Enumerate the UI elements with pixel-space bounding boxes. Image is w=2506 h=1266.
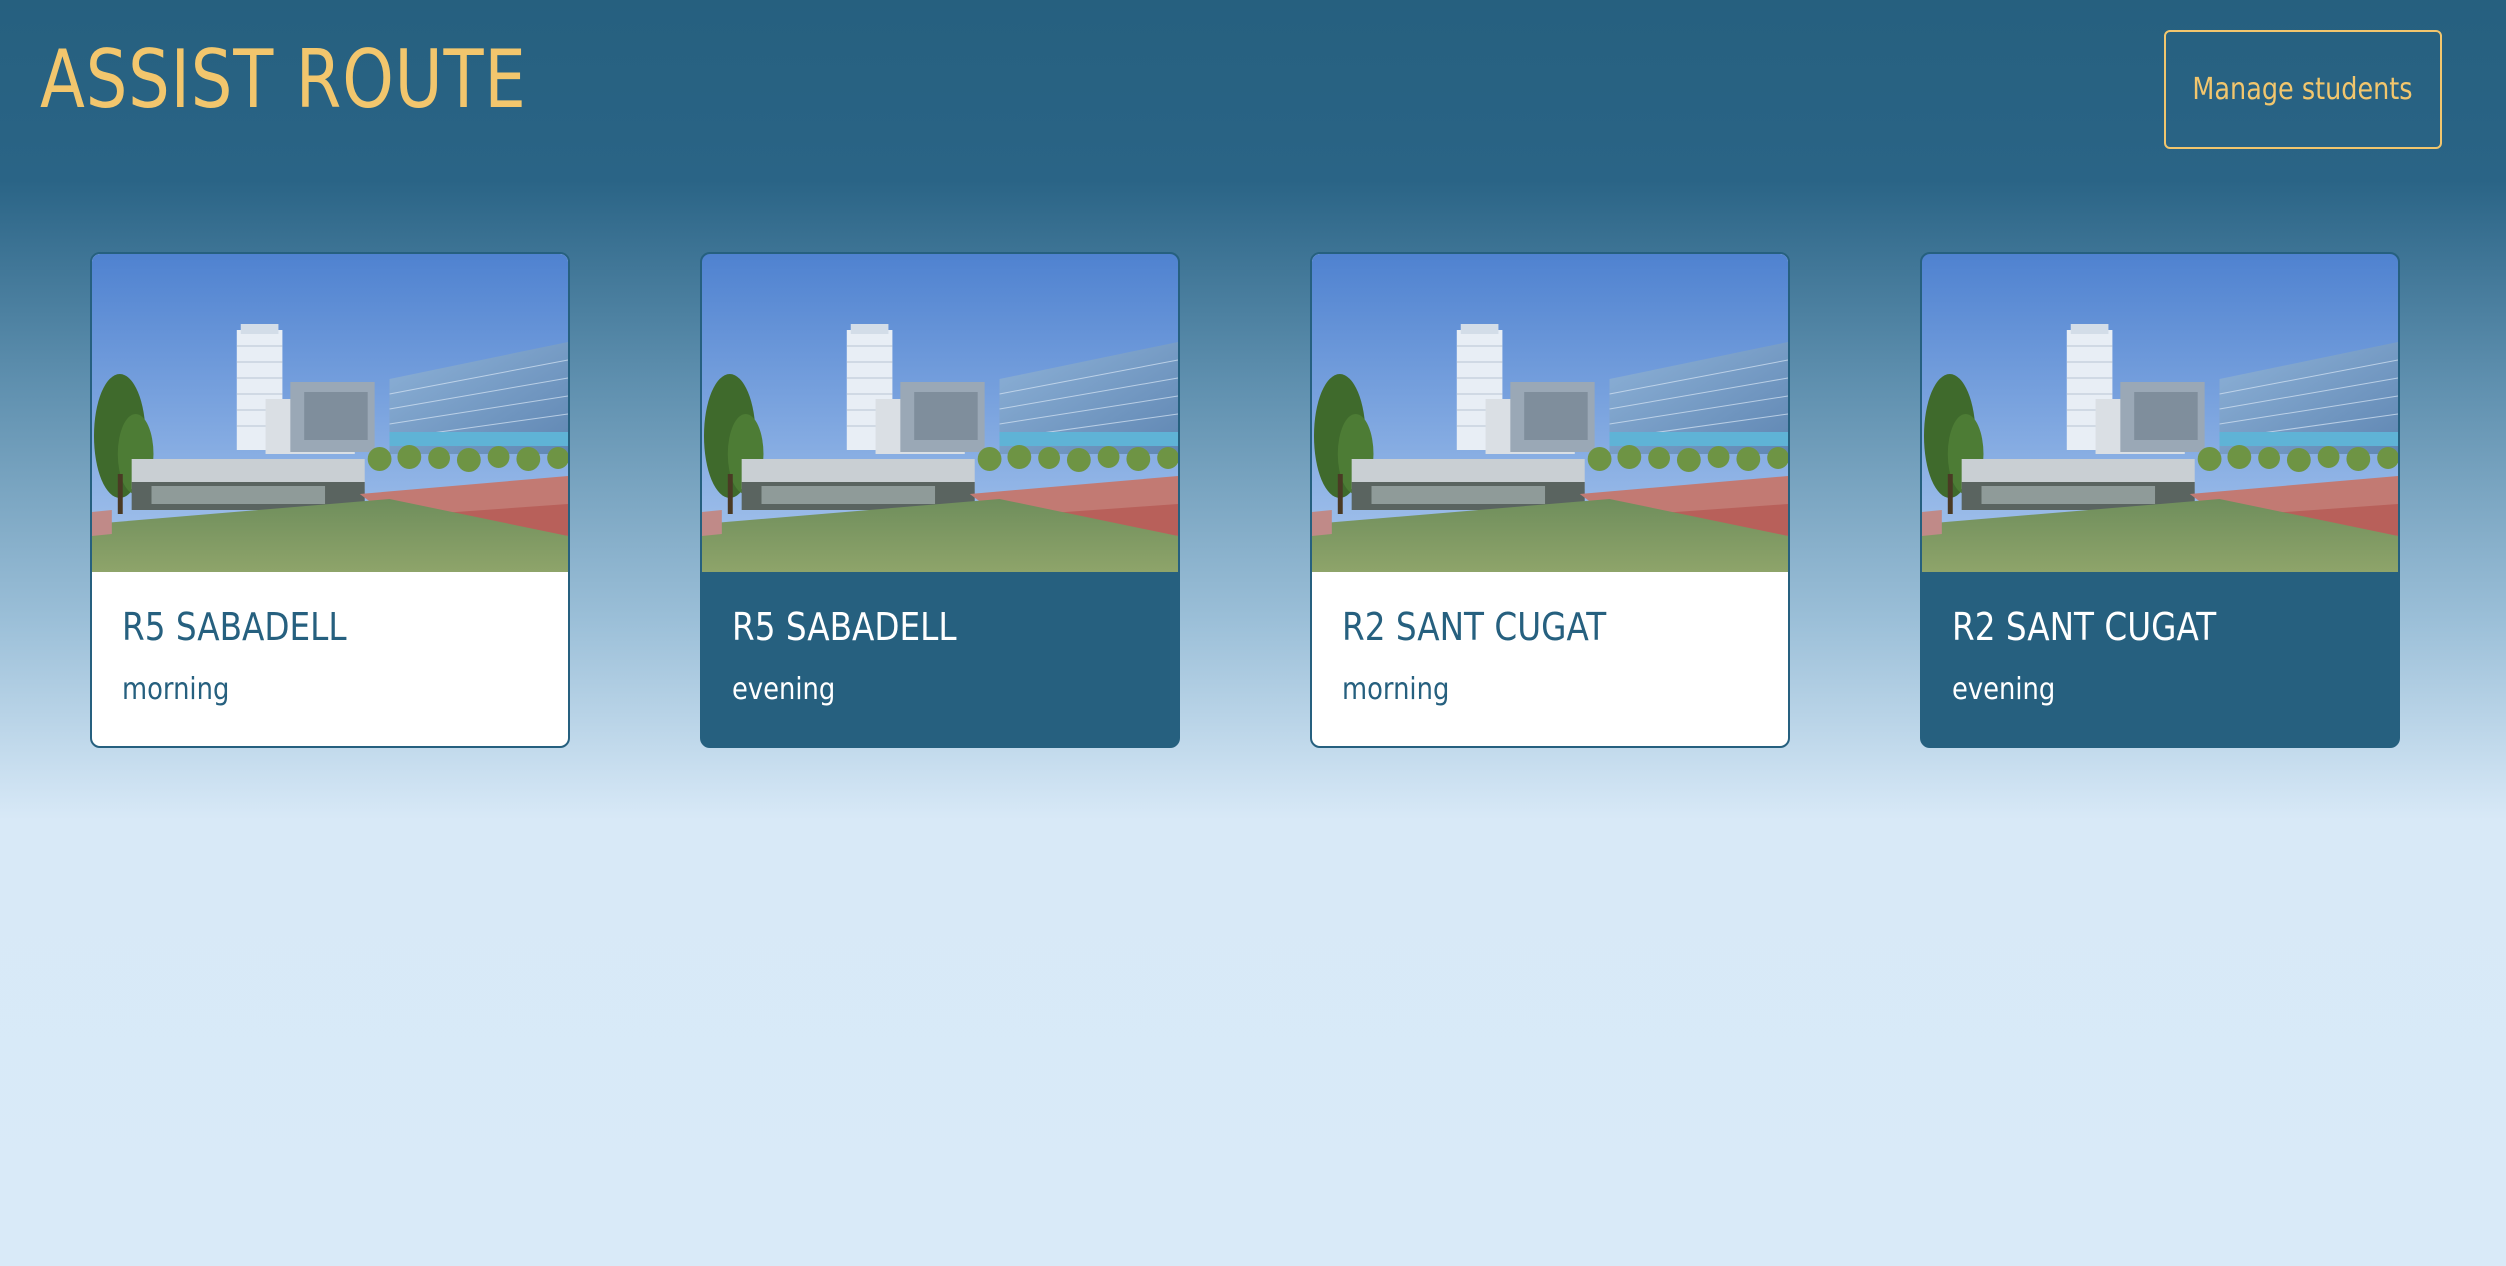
route-card-r5-morning[interactable]: R5 SABADELL morning [90,252,570,748]
station-plaza-photo [92,254,568,572]
route-card-r5-evening[interactable]: R5 SABADELL evening [700,252,1180,748]
route-name: R5 SABADELL [122,605,347,649]
route-card-r2-evening[interactable]: R2 SANT CUGAT evening [1920,252,2400,748]
route-shift: morning [1342,672,1450,707]
manage-students-button[interactable]: Manage students [2164,30,2442,149]
route-card-body: R2 SANT CUGAT morning [1312,572,1788,710]
route-shift: morning [122,672,230,707]
route-card-body: R2 SANT CUGAT evening [1922,572,2398,710]
route-card-r2-morning[interactable]: R2 SANT CUGAT morning [1310,252,1790,748]
route-shift: evening [732,672,836,707]
route-shift: evening [1952,672,2056,707]
route-cards: R5 SABADELL morning R5 SABADELL evening … [90,252,2400,748]
station-plaza-photo [1312,254,1788,572]
app-title: ASSIST ROUTE [40,33,527,126]
route-name: R2 SANT CUGAT [1952,605,2217,649]
route-card-body: R5 SABADELL evening [702,572,1178,710]
manage-students-label: Manage students [2192,72,2414,107]
station-plaza-photo [1922,254,2398,572]
route-card-body: R5 SABADELL morning [92,572,568,710]
route-name: R5 SABADELL [732,605,957,649]
route-name: R2 SANT CUGAT [1342,605,1607,649]
station-plaza-photo [702,254,1178,572]
